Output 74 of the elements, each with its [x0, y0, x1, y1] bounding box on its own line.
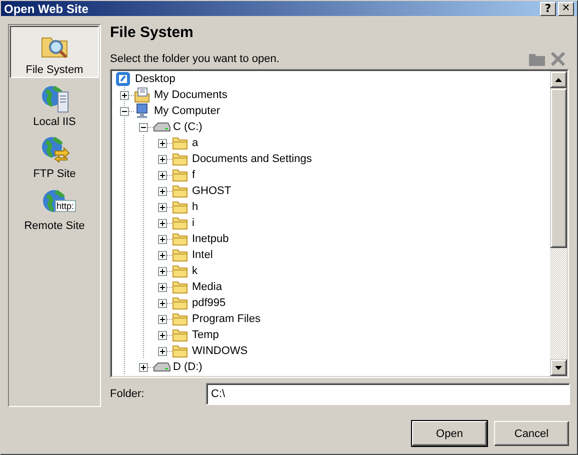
scroll-down-button[interactable]: [550, 359, 567, 376]
folder-icon: [172, 232, 188, 246]
folder-icon: [172, 328, 188, 342]
expand-toggle[interactable]: [158, 250, 167, 260]
expand-toggle[interactable]: [158, 138, 167, 148]
tree-item[interactable]: k: [190, 264, 200, 278]
expand-toggle[interactable]: [158, 234, 167, 244]
tree-item[interactable]: Temp: [190, 328, 221, 342]
tree-item[interactable]: i: [190, 216, 196, 230]
expand-toggle[interactable]: [158, 298, 167, 308]
folder-icon: [172, 136, 188, 150]
tree-item[interactable]: GHOST: [190, 184, 234, 198]
down-arrow-icon: [555, 366, 562, 370]
expand-toggle[interactable]: [158, 202, 167, 212]
folder-icon: [172, 168, 188, 182]
tree-item[interactable]: WINDOWS: [190, 344, 250, 358]
folder-icon: [172, 216, 188, 230]
scrollbar-thumb[interactable]: [550, 88, 567, 248]
expand-toggle[interactable]: [158, 186, 167, 196]
collapse-toggle[interactable]: [139, 122, 148, 132]
computer-icon: [134, 103, 150, 119]
folder-icon: [172, 344, 188, 358]
dialog-button[interactable]: Open: [412, 421, 487, 446]
folder-icon: [172, 248, 188, 262]
folder-icon: [172, 152, 188, 166]
folder-icon: [172, 296, 188, 310]
tree-item[interactable]: h: [190, 200, 200, 214]
instruction-text: Select the folder you want to open.: [110, 53, 280, 65]
icon-badge: http:: [54, 200, 76, 212]
expand-toggle[interactable]: [120, 90, 129, 100]
folder-icon: [172, 280, 188, 294]
sidebar-item[interactable]: File System: [10, 26, 99, 78]
tree-item[interactable]: D (D:): [171, 360, 204, 374]
up-arrow-icon: [555, 78, 562, 82]
tree-item[interactable]: C (C:): [171, 120, 204, 134]
sidebar-item[interactable]: Local IIS: [10, 78, 99, 130]
dialog-button[interactable]: Cancel: [494, 421, 569, 446]
window-title: Open Web Site: [4, 2, 90, 16]
drive-icon: [153, 121, 171, 133]
tree-item[interactable]: Media: [190, 280, 224, 294]
folder-label: Folder:: [110, 388, 146, 400]
close-button[interactable]: ✕: [558, 2, 574, 16]
tree-item[interactable]: Intel: [190, 248, 215, 262]
tree-item[interactable]: Desktop: [133, 72, 178, 86]
folder-icon: [172, 184, 188, 198]
documents-folder-icon: [134, 87, 150, 103]
tree-item[interactable]: Program Files: [190, 312, 262, 326]
expand-toggle[interactable]: [139, 362, 148, 372]
tree-item[interactable]: Documents and Settings: [190, 152, 314, 166]
tree-item[interactable]: a: [190, 136, 200, 150]
tree-item[interactable]: My Computer: [152, 104, 222, 118]
expand-toggle[interactable]: [158, 218, 167, 228]
collapse-toggle[interactable]: [120, 106, 129, 116]
drive-icon: [153, 361, 171, 373]
folder-field[interactable]: C:\: [206, 383, 570, 405]
section-heading: File System: [110, 24, 194, 43]
tree-item[interactable]: Inetpub: [190, 232, 231, 246]
tree-item[interactable]: f: [190, 168, 198, 182]
expand-toggle[interactable]: [158, 154, 167, 164]
scroll-up-button[interactable]: [550, 71, 567, 88]
folder-icon: [172, 200, 188, 214]
expand-toggle[interactable]: [158, 282, 167, 292]
expand-toggle[interactable]: [158, 330, 167, 340]
expand-toggle[interactable]: [158, 170, 167, 180]
expand-toggle[interactable]: [158, 346, 167, 356]
tree-item[interactable]: My Documents: [152, 88, 230, 102]
folder-icon: [172, 264, 188, 278]
sidebar-item[interactable]: FTP Site: [10, 130, 99, 182]
help-button[interactable]: ?: [540, 2, 556, 16]
tree-item[interactable]: pdf995: [190, 296, 228, 310]
sidebar-item[interactable]: http: Remote Site: [10, 182, 99, 234]
expand-toggle[interactable]: [158, 314, 167, 324]
expand-toggle[interactable]: [158, 266, 167, 276]
folder-icon: [172, 312, 188, 326]
